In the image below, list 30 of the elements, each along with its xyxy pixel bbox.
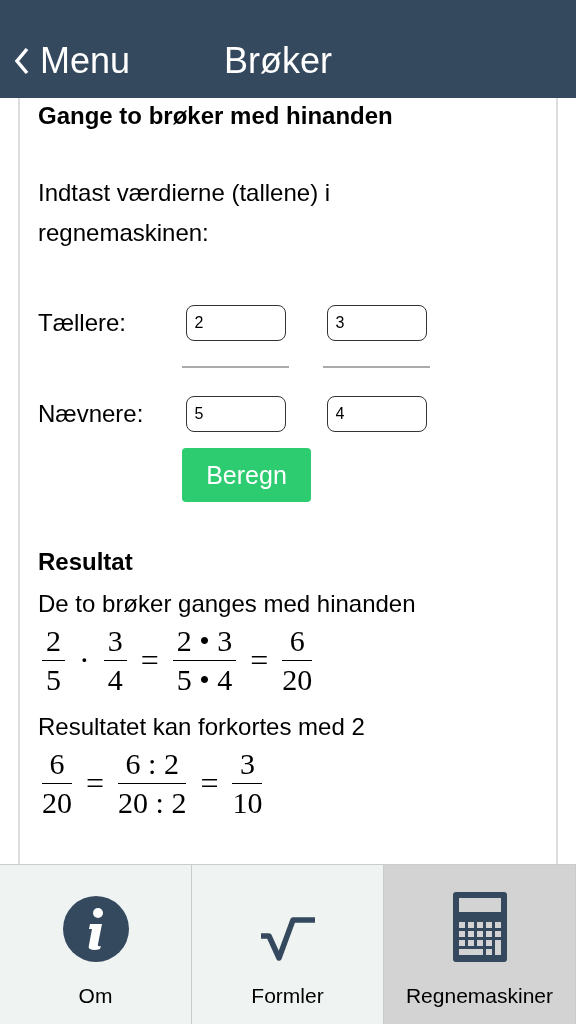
math-operator: · xyxy=(79,642,90,679)
back-chevron-icon xyxy=(14,47,30,75)
fraction: 6 20 xyxy=(41,745,73,821)
math-operator: = xyxy=(86,765,105,802)
result-title: Resultat xyxy=(38,548,134,576)
fraction: 3 10 xyxy=(231,745,264,821)
section-title: Gange to brøker med hinanden xyxy=(38,102,394,130)
denominator-label: Nævnere: xyxy=(38,399,145,429)
numerator-field[interactable]: 2 xyxy=(185,305,286,341)
back-button[interactable]: Menu xyxy=(0,40,131,82)
denominator-field[interactable]: 4 xyxy=(326,396,427,432)
fraction: 6 20 xyxy=(281,622,314,698)
tab[interactable]: Regnemaskiner xyxy=(384,865,576,1024)
denominator-field[interactable]: 5 xyxy=(185,396,286,432)
calculator-icon xyxy=(452,892,507,962)
instruction-text: Indtast værdierne (tallene) i regnemaskinen: xyxy=(38,178,332,248)
numerator-label: Tællere: xyxy=(38,308,128,338)
result-text: Resultatet kan forkortes med 2 xyxy=(38,713,366,741)
math-operator: = xyxy=(140,642,159,679)
fraction: 3 4 xyxy=(99,622,131,699)
numerator-field[interactable]: 3 xyxy=(326,305,427,341)
result-text: De to brøker ganges med hinanden xyxy=(38,590,417,618)
fraction: 6 : 2 20 : 2 xyxy=(117,745,188,821)
math-operator: = xyxy=(200,765,219,802)
square-root-icon xyxy=(258,916,317,962)
math-operator: = xyxy=(250,642,269,679)
screen-title: Brøker xyxy=(224,40,333,82)
fraction: 2 5 xyxy=(38,622,69,699)
info-icon xyxy=(62,896,129,962)
fraction: 2 • 3 5 • 4 xyxy=(168,622,241,699)
